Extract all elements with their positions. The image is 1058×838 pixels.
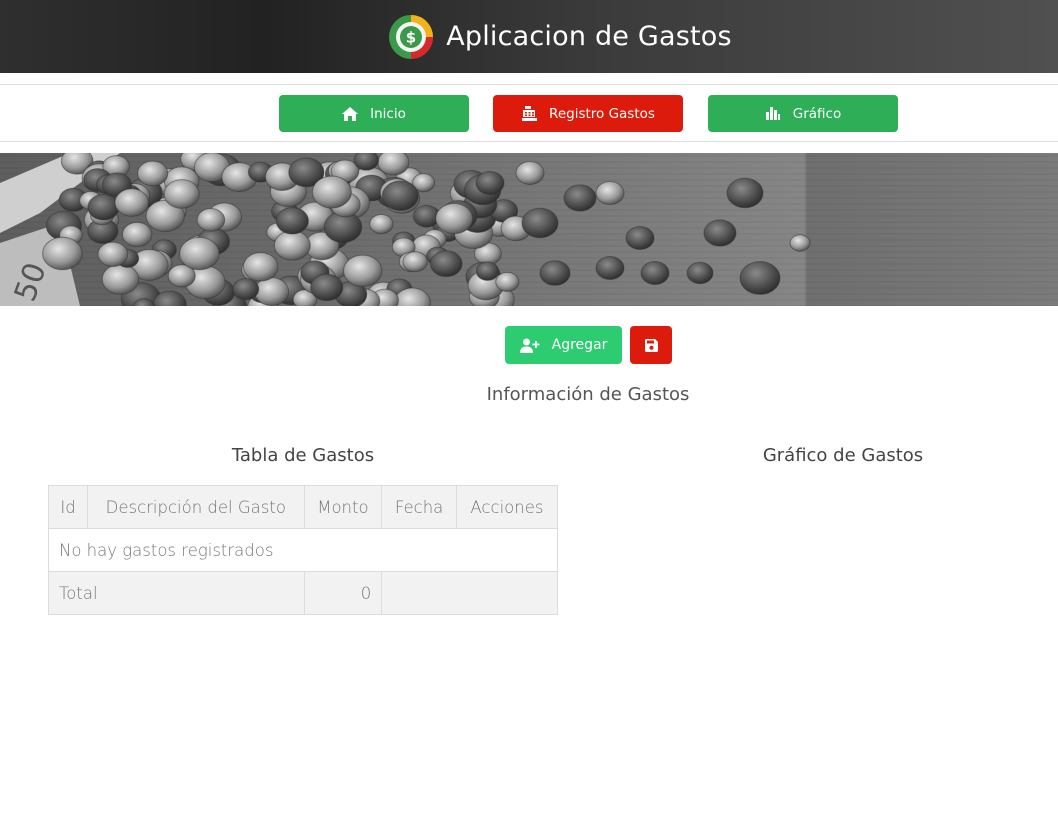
total-label: Total <box>48 571 305 615</box>
coin-shape <box>254 277 290 306</box>
svg-text:$: $ <box>406 28 416 46</box>
total-value: 0 <box>303 571 383 615</box>
coin-shape <box>381 180 419 211</box>
column-header-fecha: Fecha <box>381 485 457 529</box>
coin-shape <box>475 261 500 281</box>
coin-shape <box>121 221 153 248</box>
coin-shape <box>369 213 394 235</box>
coin-shape <box>789 234 811 252</box>
cash-register-icon <box>521 106 537 122</box>
save-button[interactable] <box>630 326 672 364</box>
coin-shape <box>310 273 344 302</box>
coin-shape <box>275 207 309 235</box>
coin-shape <box>273 230 311 261</box>
coin-shape <box>42 236 83 271</box>
main-nav: Inicio Registro Gastos Gráfico <box>0 84 1058 142</box>
user-plus-icon <box>519 338 540 353</box>
agregar-button[interactable]: Agregar <box>505 326 622 364</box>
app-title: Aplicacion de Gastos <box>446 21 732 52</box>
coin-shape <box>495 271 520 292</box>
coin-shape <box>179 236 220 271</box>
coin-shape <box>196 208 226 232</box>
column-header-acciones: Acciones <box>455 485 559 529</box>
coin-shape <box>97 241 129 267</box>
coin-shape <box>686 261 714 285</box>
coin-shape <box>353 153 379 171</box>
coins-illustration: 50 <box>0 153 1058 306</box>
coin-shape <box>311 175 352 209</box>
table-header-row: Id Descripción del Gasto Monto Fecha Acc… <box>47 485 559 529</box>
section-title: Información de Gastos <box>486 384 690 405</box>
coin-shape <box>625 226 655 250</box>
nav-inicio-label: Inicio <box>370 105 406 122</box>
coin-shape <box>595 181 625 205</box>
total-empty-cell <box>381 571 558 615</box>
coin-shape <box>429 250 463 278</box>
coin-shape <box>232 277 260 301</box>
table-title: Tabla de Gastos <box>231 445 375 466</box>
chart-title: Gráfico de Gastos <box>762 445 924 466</box>
coin-shape <box>114 188 150 217</box>
column-header-id: Id <box>47 485 89 529</box>
column-header-descripcion: Descripción del Gasto <box>87 485 305 529</box>
coin-shape <box>163 179 200 209</box>
coins-banner-image: 50 <box>0 153 1058 306</box>
coin-shape <box>343 254 383 287</box>
header-brand: $ Aplicacion de Gastos <box>388 14 732 60</box>
coin-shape <box>137 160 169 187</box>
coin-shape <box>739 261 781 295</box>
coin-shape <box>595 256 625 280</box>
nav-registro-gastos-label: Registro Gastos <box>549 105 655 122</box>
coin-shape <box>521 207 559 239</box>
nav-registro-gastos-button[interactable]: Registro Gastos <box>493 95 683 132</box>
empty-message: No hay gastos registrados <box>48 528 558 572</box>
nav-grafico-button[interactable]: Gráfico <box>708 95 898 132</box>
app-header: $ Aplicacion de Gastos <box>0 0 1058 73</box>
coin-shape <box>101 263 140 295</box>
coin-shape <box>539 260 571 286</box>
nav-grafico-label: Gráfico <box>792 105 842 122</box>
coin-shape <box>563 184 597 212</box>
coin-shape <box>242 252 279 282</box>
coin-shape <box>435 202 474 235</box>
column-header-monto: Monto <box>303 485 383 529</box>
dollar-coin-icon: $ <box>389 14 434 59</box>
coin-shape <box>726 177 764 209</box>
gastos-table: Id Descripción del Gasto Monto Fecha Acc… <box>47 485 559 615</box>
bar-chart-icon <box>765 106 781 122</box>
floppy-disk-icon <box>644 338 658 352</box>
coin-shape <box>640 261 670 285</box>
coin-shape <box>515 161 545 185</box>
coin-shape <box>377 153 410 176</box>
coin-shape <box>87 193 120 221</box>
total-row: Total 0 <box>48 571 558 615</box>
table-row: No hay gastos registrados <box>48 528 558 572</box>
coin-shape <box>703 219 737 247</box>
home-icon <box>342 106 359 122</box>
nav-inicio-button[interactable]: Inicio <box>279 95 469 132</box>
coin-shape <box>402 251 428 273</box>
coin-shape <box>475 171 505 195</box>
agregar-label: Agregar <box>551 337 608 353</box>
